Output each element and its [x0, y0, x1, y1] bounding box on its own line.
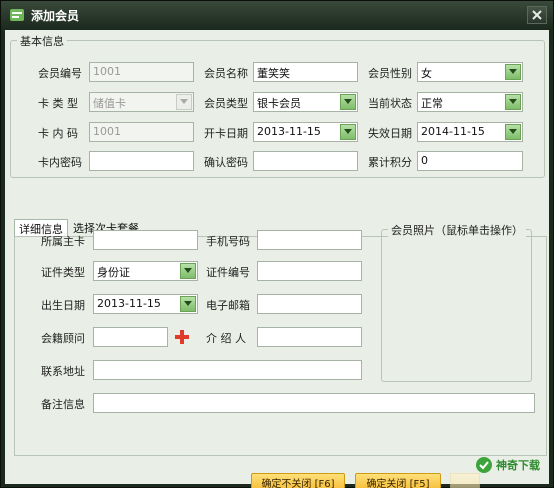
card-no-field[interactable]: 1001	[89, 122, 194, 142]
member-type-select[interactable]: 银卡会员	[253, 92, 358, 112]
confirm-keep-open-button[interactable]: 确定不关闭 [F6]	[251, 473, 345, 488]
card-type-value: 储值卡	[93, 97, 126, 110]
member-type-label: 会员类型	[204, 97, 248, 110]
email-field[interactable]	[257, 294, 362, 314]
birthday-value: 2013-11-15	[97, 297, 161, 310]
watermark-text: 神奇下载	[496, 459, 540, 472]
expire-date-picker[interactable]: 2014-11-15	[417, 122, 523, 142]
card-pwd-field[interactable]	[89, 151, 194, 171]
remark-field[interactable]	[93, 393, 535, 413]
member-name-field[interactable]: 董笑笑	[253, 62, 358, 82]
member-no-field[interactable]: 1001	[89, 62, 194, 82]
watermark-logo-icon	[476, 457, 492, 473]
address-field[interactable]	[93, 360, 362, 380]
status-value: 正常	[421, 97, 443, 110]
dropdown-arrow-icon[interactable]	[505, 64, 521, 80]
birthday-picker[interactable]: 2013-11-15	[93, 294, 198, 314]
gender-value: 女	[421, 67, 432, 80]
dropdown-arrow-icon[interactable]	[340, 94, 356, 110]
member-photo-title: 会员照片（鼠标单击操作）	[388, 222, 526, 238]
phone-field[interactable]	[257, 230, 362, 250]
referrer-field[interactable]	[257, 327, 362, 347]
id-no-label: 证件编号	[206, 266, 250, 279]
open-date-value: 2013-11-15	[257, 125, 321, 138]
title-bar: 添加会员	[1, 1, 553, 29]
watermark: 神奇下载	[471, 452, 554, 480]
expire-date-label: 失效日期	[368, 127, 412, 140]
confirm-close-button[interactable]: 确定关闭 [F5]	[355, 473, 441, 488]
window-title: 添加会员	[31, 9, 80, 23]
card-no-label: 卡 内 码	[38, 127, 78, 140]
card-type-select[interactable]: 储值卡	[89, 92, 194, 112]
member-name-label: 会员名称	[204, 67, 248, 80]
id-type-value: 身份证	[97, 266, 130, 279]
status-select[interactable]: 正常	[417, 92, 523, 112]
member-no-label: 会员编号	[38, 67, 82, 80]
phone-label: 手机号码	[206, 235, 250, 248]
add-member-window: 添加会员 基本信息 会员编号 1001 会员名称 董笑笑 会员性别 女 卡 类 …	[0, 0, 554, 488]
birthday-label: 出生日期	[41, 299, 85, 312]
id-no-field[interactable]	[257, 261, 362, 281]
id-type-select[interactable]: 身份证	[93, 261, 198, 281]
member-type-value: 银卡会员	[257, 97, 301, 110]
expire-date-value: 2014-11-15	[421, 125, 485, 138]
main-card-field[interactable]	[93, 230, 198, 250]
app-icon	[10, 9, 24, 21]
consultant-label: 会籍顾问	[41, 332, 85, 345]
basic-info-title: 基本信息	[17, 33, 67, 49]
close-icon	[532, 10, 542, 20]
dropdown-arrow-icon[interactable]	[180, 296, 196, 312]
dropdown-arrow-icon[interactable]	[176, 94, 192, 110]
dropdown-arrow-icon[interactable]	[505, 94, 521, 110]
gender-label: 会员性别	[368, 67, 412, 80]
email-label: 电子邮箱	[206, 299, 250, 312]
status-label: 当前状态	[368, 97, 412, 110]
referrer-label: 介 绍 人	[206, 332, 246, 345]
confirm-pwd-label: 确认密码	[204, 156, 248, 169]
remark-label: 备注信息	[41, 398, 85, 411]
address-label: 联系地址	[41, 365, 85, 378]
plus-icon[interactable]	[175, 330, 189, 344]
points-label: 累计积分	[368, 156, 412, 169]
dropdown-arrow-icon[interactable]	[505, 124, 521, 140]
close-button[interactable]	[527, 6, 547, 24]
dropdown-arrow-icon[interactable]	[180, 263, 196, 279]
card-pwd-label: 卡内密码	[38, 156, 82, 169]
member-photo-box[interactable]: 会员照片（鼠标单击操作）	[381, 222, 532, 382]
open-date-label: 开卡日期	[204, 127, 248, 140]
confirm-pwd-field[interactable]	[253, 151, 358, 171]
dropdown-arrow-icon[interactable]	[340, 124, 356, 140]
consultant-field[interactable]	[93, 327, 168, 347]
points-field[interactable]: 0	[417, 151, 523, 171]
card-type-label: 卡 类 型	[38, 97, 78, 110]
id-type-label: 证件类型	[41, 266, 85, 279]
open-date-picker[interactable]: 2013-11-15	[253, 122, 358, 142]
client-area: 基本信息 会员编号 1001 会员名称 董笑笑 会员性别 女 卡 类 型 储值卡…	[5, 30, 549, 488]
gender-select[interactable]: 女	[417, 62, 523, 82]
main-card-label: 所属主卡	[41, 235, 85, 248]
